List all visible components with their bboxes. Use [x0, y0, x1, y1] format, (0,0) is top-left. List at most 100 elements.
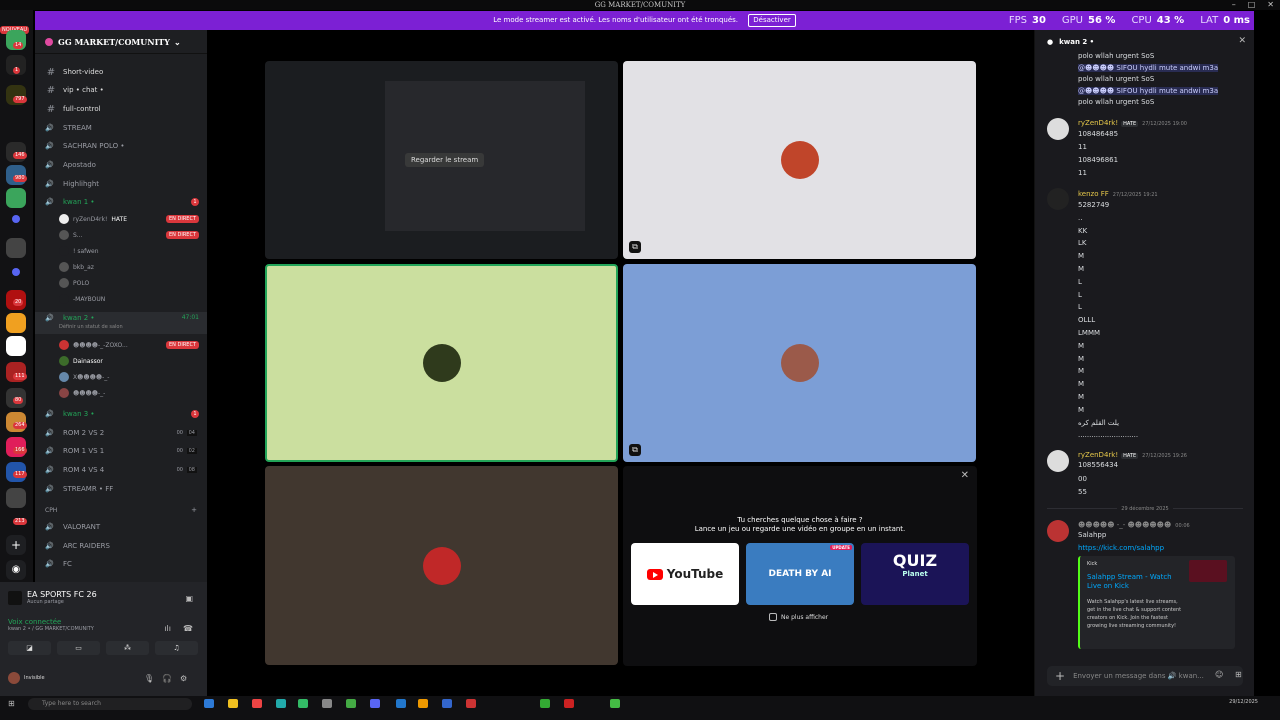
voice-user[interactable]: ☻☻☻☻-_-ZOXO... EN DIRECT	[35, 338, 207, 352]
add-server-icon[interactable]: +	[6, 535, 26, 555]
voice-status[interactable]: Voix connectée kwan 2 • / GG MARKET/COMU…	[8, 618, 94, 632]
microphone-icon[interactable]: 🎙	[144, 674, 154, 683]
app-icon[interactable]	[276, 699, 286, 708]
app-icon[interactable]	[252, 699, 262, 708]
app-icon[interactable]	[396, 699, 406, 708]
voice-channel-apostado[interactable]: 🔊 Apostado	[35, 157, 207, 173]
voice-user[interactable]: POLO	[35, 276, 207, 290]
embed-title[interactable]: Salahpp Stream - Watch Live on Kick	[1087, 573, 1187, 591]
popout-icon[interactable]: ⧉	[629, 444, 641, 456]
message-input[interactable]: + Envoyer un message dans 🔊 kwan...	[1047, 666, 1243, 686]
server-icon[interactable]	[6, 336, 26, 356]
voice-channel-rom[interactable]: 🔊 ROM 1 VS 1 02 00	[35, 443, 207, 459]
avatar[interactable]	[1047, 450, 1069, 472]
app-icon[interactable]	[204, 699, 214, 708]
voice-channel-valorant[interactable]: 🔊 VALORANT	[35, 519, 207, 535]
server-header[interactable]: GG MARKET/COMUNITY ⌄	[35, 30, 207, 54]
message-author[interactable]: ryZenD4rk! HATE 27/12/2025 19:00	[1078, 119, 1187, 127]
voice-channel-streamr[interactable]: 🔊 STREAMR • FF	[35, 481, 207, 497]
message-author[interactable]: kenzo FF 27/12/2025 19:21	[1078, 190, 1158, 198]
apps-icon[interactable]: ⊞	[1235, 670, 1242, 679]
voice-user[interactable]: -MAYBOUN	[35, 292, 207, 306]
current-user[interactable]: Invisible	[8, 672, 45, 684]
voice-user[interactable]: bkb_az	[35, 260, 207, 274]
server-icon[interactable]	[6, 313, 26, 333]
activities-button[interactable]: ⁂	[106, 641, 149, 655]
voice-channel-kwan3[interactable]: 🔊 kwan 3 • 1	[35, 406, 207, 422]
app-icon[interactable]	[298, 699, 308, 708]
add-attachment-icon[interactable]: +	[1055, 669, 1065, 683]
avatar[interactable]	[1047, 520, 1069, 542]
app-icon[interactable]	[540, 699, 550, 708]
death-by-ai-card[interactable]: UPDATE DEATH BY AI	[746, 543, 854, 605]
minimize-icon[interactable]: –	[1232, 0, 1236, 10]
maximize-icon[interactable]: □	[1248, 0, 1256, 10]
start-icon[interactable]: ⊞	[8, 699, 15, 708]
folder-icon[interactable]	[12, 215, 20, 223]
app-icon[interactable]	[466, 699, 476, 708]
app-icon[interactable]	[228, 699, 238, 708]
voice-channel-arc[interactable]: 🔊 ARC RAIDERS	[35, 538, 207, 554]
server-icon[interactable]	[6, 188, 26, 208]
folder-icon[interactable]	[12, 268, 20, 276]
voice-user[interactable]: X☻☻☻☻-_-	[35, 370, 207, 384]
participant-tile[interactable]: ⧉	[623, 61, 976, 259]
channel-short-video[interactable]: # Short-video	[35, 64, 207, 80]
close-icon[interactable]: ✕	[961, 470, 969, 481]
participant-tile[interactable]	[265, 466, 618, 665]
close-icon[interactable]: ✕	[1267, 0, 1274, 10]
watch-stream-button[interactable]: Regarder le stream	[405, 153, 485, 167]
app-icon[interactable]	[564, 699, 574, 708]
disable-button[interactable]: Désactiver	[748, 14, 796, 27]
voice-channel-rom[interactable]: 🔊 ROM 2 VS 2 04 00	[35, 425, 207, 441]
activity[interactable]: EA SPORTS FC 26 Aucun partage	[8, 590, 97, 605]
noise-suppression-icon[interactable]: ılı	[164, 624, 171, 633]
settings-gear-icon[interactable]: ⚙	[180, 674, 187, 683]
embed-thumbnail[interactable]	[1189, 560, 1227, 582]
system-clock[interactable]: 29/12/2025	[1229, 699, 1258, 705]
voice-channel-rom[interactable]: 🔊 ROM 4 VS 4 08 00	[35, 462, 207, 478]
app-icon[interactable]	[322, 699, 332, 708]
message-author[interactable]: ryZenD4rk! HATE 27/12/2025 19:26	[1078, 451, 1187, 459]
close-icon[interactable]: ✕	[1238, 36, 1246, 46]
voice-channel-kwan2[interactable]: 🔊 kwan 2 • 47:01 Définir un statut de salon	[35, 312, 207, 334]
voice-user[interactable]: ryZenD4rk! HATE EN DIRECT	[35, 212, 207, 226]
camera-button[interactable]: ◪	[8, 641, 51, 655]
participant-tile[interactable]	[265, 264, 618, 462]
voice-user[interactable]: S... EN DIRECT	[35, 228, 207, 242]
channel-vip-chat[interactable]: # vip • chat •	[35, 82, 207, 98]
taskbar-search[interactable]: Type here to search	[28, 698, 192, 710]
message-link[interactable]: https://kick.com/salahpp	[1078, 544, 1164, 552]
app-icon[interactable]	[610, 699, 620, 708]
youtube-card[interactable]: YouTube	[631, 543, 739, 605]
app-icon[interactable]	[346, 699, 356, 708]
share-screen-button[interactable]: ▭	[57, 641, 100, 655]
screen-share-icon[interactable]: ▣	[185, 594, 193, 603]
voice-channel-sachran[interactable]: 🔊 SACHRAN POLO •	[35, 138, 207, 154]
discover-icon[interactable]: ◉	[6, 560, 26, 580]
server-icon[interactable]	[6, 488, 26, 508]
quiz-planet-card[interactable]: QUIZ Planet	[861, 543, 969, 605]
app-icon[interactable]	[418, 699, 428, 708]
voice-channel-highlight[interactable]: 🔊 Highlihght	[35, 176, 207, 192]
voice-user[interactable]: ! safwen	[35, 244, 207, 258]
checkbox[interactable]	[769, 613, 777, 621]
headphones-icon[interactable]: 🎧	[162, 674, 172, 683]
avatar[interactable]	[1047, 188, 1069, 210]
voice-user[interactable]: Dainassor	[35, 354, 207, 368]
disconnect-icon[interactable]: ☎	[183, 624, 193, 633]
voice-channel-fc[interactable]: 🔊 FC	[35, 556, 207, 572]
voice-user[interactable]: ☻☻☻☻-_-	[35, 386, 207, 400]
app-icon[interactable]	[442, 699, 452, 708]
channel-full-control[interactable]: # full-control	[35, 101, 207, 117]
voice-channel-kwan1[interactable]: 🔊 kwan 1 • 1	[35, 194, 207, 210]
stream-tile[interactable]: Regarder le stream	[265, 61, 618, 259]
dont-show-checkbox[interactable]: Ne plus afficher	[769, 613, 828, 621]
voice-channel-stream[interactable]: 🔊 STREAM	[35, 120, 207, 136]
add-channel-icon[interactable]: +	[191, 506, 197, 514]
server-icon[interactable]	[6, 238, 26, 258]
discord-icon[interactable]	[370, 699, 380, 708]
message-author[interactable]: ☻☻☻☻☻ -_- ☻☻☻☻☻☻ 00:06	[1078, 521, 1190, 529]
popout-icon[interactable]: ⧉	[629, 241, 641, 253]
avatar[interactable]	[1047, 118, 1069, 140]
